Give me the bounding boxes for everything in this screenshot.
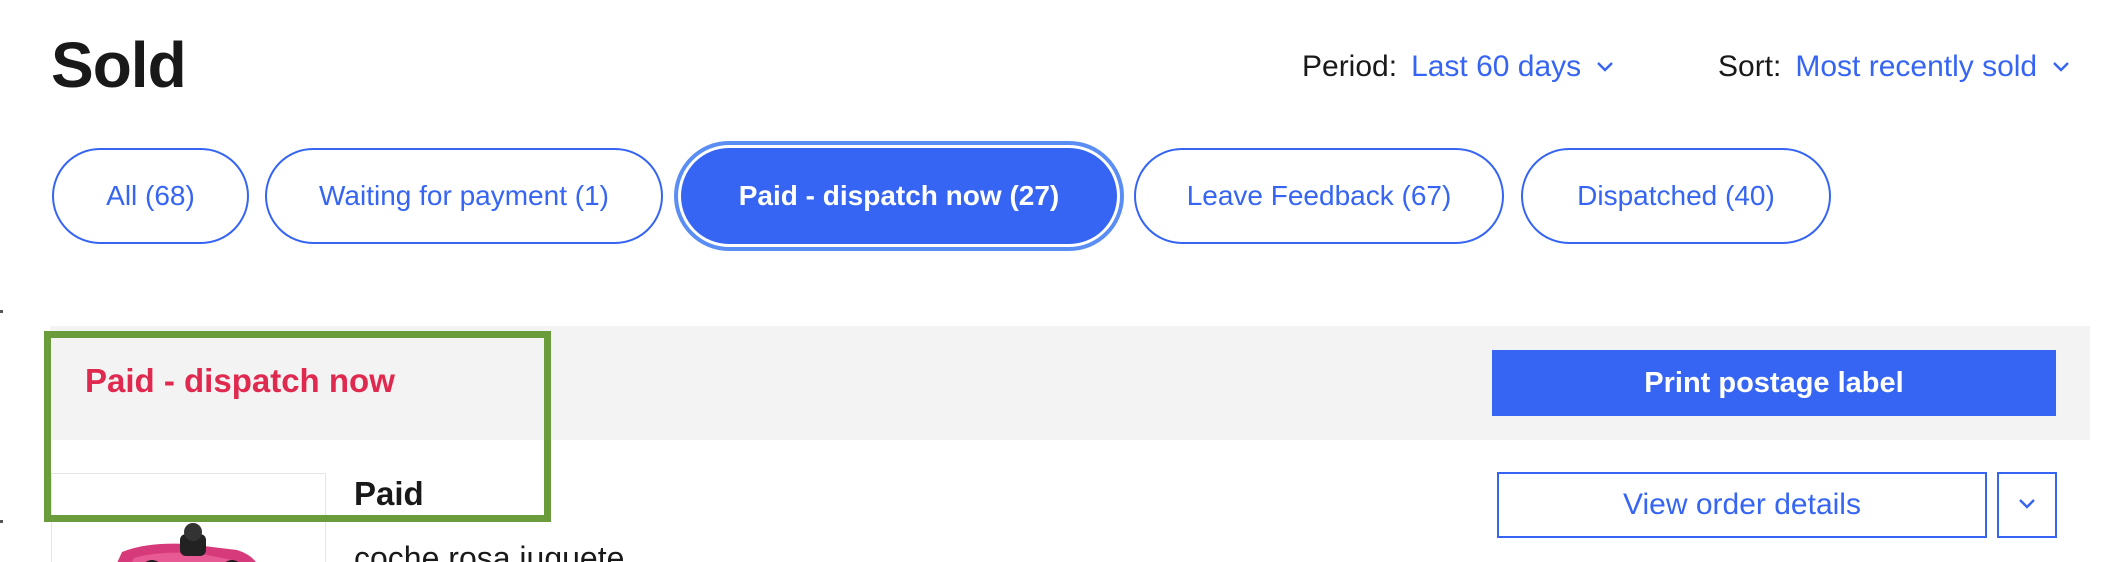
view-order-details-button[interactable]: View order details — [1497, 472, 1987, 538]
page-title: Sold — [51, 29, 187, 101]
period-value[interactable]: Last 60 days — [1411, 50, 1581, 84]
item-thumbnail[interactable] — [51, 473, 326, 562]
print-postage-label-button[interactable]: Print postage label — [1492, 350, 2056, 416]
tab-all[interactable]: All (68) — [52, 148, 249, 244]
sold-page: Sold Period: Last 60 days Sort: Most rec… — [0, 0, 2124, 562]
order-status: Paid — [354, 475, 424, 512]
tab-paid-dispatch-now[interactable]: Paid - dispatch now (27) — [681, 148, 1117, 244]
section-status: Paid - dispatch now — [85, 362, 395, 399]
chevron-down-icon[interactable] — [1595, 60, 1615, 74]
item-title-link[interactable]: coche rosa juguete — [354, 540, 624, 562]
edge-mark — [0, 310, 3, 313]
period-filter[interactable]: Period: Last 60 days — [1302, 50, 1615, 84]
tab-dispatched[interactable]: Dispatched (40) — [1521, 148, 1831, 244]
edge-mark — [0, 520, 3, 523]
chevron-down-icon — [2017, 497, 2037, 514]
sort-value[interactable]: Most recently sold — [1795, 50, 2037, 84]
sort-filter[interactable]: Sort: Most recently sold — [1718, 50, 2071, 84]
tab-waiting-for-payment[interactable]: Waiting for payment (1) — [265, 148, 663, 244]
chevron-down-icon[interactable] — [2051, 60, 2071, 74]
more-actions-button[interactable] — [1997, 472, 2057, 538]
sort-label: Sort: — [1718, 50, 1782, 83]
tab-leave-feedback[interactable]: Leave Feedback (67) — [1134, 148, 1504, 244]
period-label: Period: — [1302, 50, 1398, 83]
